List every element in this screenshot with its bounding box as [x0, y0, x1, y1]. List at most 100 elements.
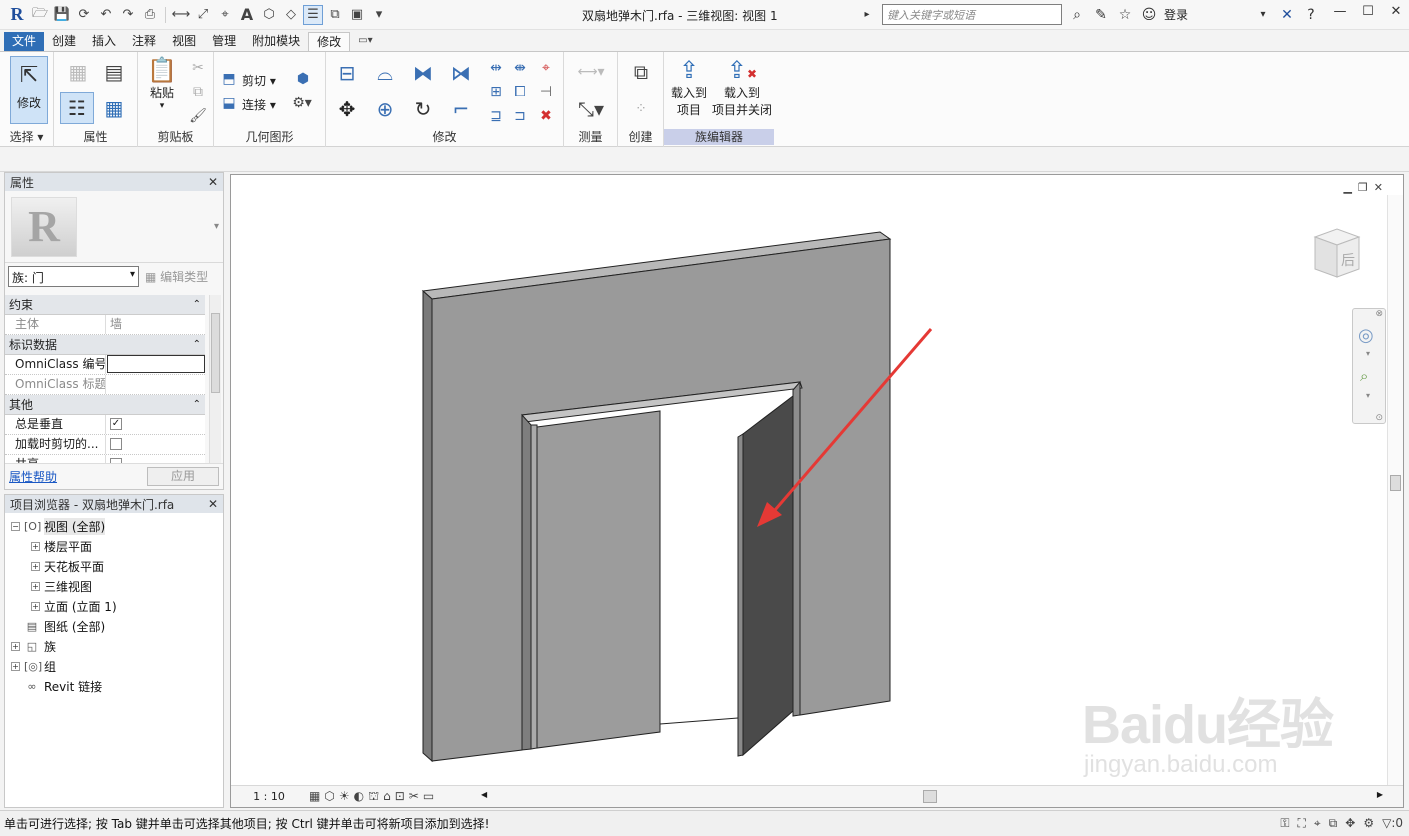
- delete-icon[interactable]: ✖: [536, 106, 556, 126]
- collapse-icon[interactable]: ⌃: [193, 299, 201, 310]
- cut-geometry-icon[interactable]: ⬒: [220, 70, 238, 88]
- reveal-hidden-icon[interactable]: ▭: [423, 789, 434, 805]
- minimize-icon[interactable]: —: [1331, 4, 1349, 19]
- paste-button[interactable]: 📋 粘贴 ▾: [144, 56, 180, 122]
- favorites-star-icon[interactable]: ☆: [1116, 6, 1134, 24]
- render-icon[interactable]: ⛫: [368, 789, 379, 805]
- expand-toggle-icon[interactable]: −: [11, 521, 20, 531]
- expand-toggle-icon[interactable]: +: [31, 581, 40, 591]
- open-icon[interactable]: 🗁: [30, 5, 50, 25]
- cut-scissors-icon[interactable]: ✂: [188, 58, 208, 78]
- tag-icon[interactable]: ⌖: [215, 5, 235, 25]
- filter-icon[interactable]: ▽:0: [1382, 816, 1403, 831]
- tree-node[interactable]: ∞ Revit 链接: [5, 676, 223, 696]
- tree-node[interactable]: + 楼层平面: [5, 536, 223, 556]
- cut-geometry-button[interactable]: 剪切 ▾: [242, 72, 276, 89]
- modify-button[interactable]: ⇱ 修改: [10, 56, 48, 124]
- offset-icon[interactable]: ⌓: [370, 58, 400, 88]
- sync-icon[interactable]: ⟳: [74, 5, 94, 25]
- expand-toggle-icon[interactable]: +: [11, 641, 20, 651]
- 3d-view-icon[interactable]: ⬡: [259, 5, 279, 25]
- property-section-header[interactable]: 其他 ⌃: [5, 395, 205, 415]
- property-checkbox[interactable]: [110, 438, 122, 450]
- family-category-icon[interactable]: ▤: [98, 56, 130, 88]
- property-section-header[interactable]: 标识数据 ⌃: [5, 335, 205, 355]
- zoom-region-icon[interactable]: ⌕: [1360, 367, 1368, 385]
- navbar-close-icon[interactable]: ⊗: [1375, 309, 1383, 319]
- section-icon[interactable]: ◇: [281, 5, 301, 25]
- thin-lines-icon[interactable]: ☰: [303, 4, 323, 25]
- navbar-options-icon[interactable]: ⊙: [1375, 413, 1383, 423]
- crop-view-icon[interactable]: ⌂: [383, 789, 391, 805]
- login-dropdown-icon[interactable]: ▾: [1254, 6, 1272, 24]
- move-icon[interactable]: ✥: [332, 94, 362, 124]
- dimension-icon[interactable]: ⤢: [193, 5, 213, 25]
- vertical-scroll-thumb[interactable]: [1390, 475, 1401, 491]
- exchange-apps-icon[interactable]: ✕: [1278, 6, 1296, 24]
- rotate-icon[interactable]: ↻: [408, 94, 438, 124]
- tab-insert[interactable]: 插入: [84, 32, 124, 51]
- zoom-dropdown-icon[interactable]: ▾: [1366, 391, 1370, 400]
- apply-button[interactable]: 应用: [147, 467, 219, 486]
- tab-manage[interactable]: 管理: [204, 32, 244, 51]
- shadows-icon[interactable]: ◐: [354, 789, 364, 805]
- scroll-left-icon[interactable]: ◀: [481, 790, 487, 799]
- tab-file[interactable]: 文件: [4, 32, 45, 51]
- type-selector-dropdown-icon[interactable]: ▾: [214, 221, 219, 232]
- close-hidden-icon[interactable]: ⧉: [325, 5, 345, 25]
- close-icon[interactable]: ✕: [208, 175, 218, 189]
- expand-search-icon[interactable]: ▸: [858, 6, 876, 24]
- tab-view[interactable]: 视图: [164, 32, 204, 51]
- load-and-close-button[interactable]: ⇪✖ 载入到 项目并关闭: [710, 56, 774, 128]
- match-properties-icon[interactable]: 🖌: [188, 106, 208, 126]
- family-filter-select[interactable]: 族: 门: [8, 266, 139, 287]
- collapse-icon[interactable]: ⌃: [193, 399, 201, 410]
- omniclass-number-input[interactable]: [107, 355, 205, 373]
- viewport-vertical-scrollbar[interactable]: ▼: [1387, 195, 1403, 795]
- maximize-icon[interactable]: ☐: [1359, 4, 1377, 19]
- close-icon[interactable]: ✕: [208, 497, 218, 511]
- view-scale[interactable]: 1 : 10: [231, 790, 307, 803]
- property-section-header[interactable]: 约束 ⌃: [5, 295, 205, 315]
- subscription-icon[interactable]: ✎: [1092, 6, 1110, 24]
- drag-elements-icon[interactable]: ✥: [1345, 816, 1355, 831]
- login-button[interactable]: 登录: [1164, 6, 1188, 23]
- steering-wheel-icon[interactable]: ◎: [1358, 325, 1374, 346]
- tree-node[interactable]: + [◎] 组: [5, 656, 223, 676]
- type-selector-preview[interactable]: R ▾: [5, 191, 223, 263]
- tree-node[interactable]: + 立面 (立面 1): [5, 596, 223, 616]
- trim-extend-icon[interactable]: ⌐: [446, 94, 476, 124]
- scroll-thumb[interactable]: [211, 313, 220, 393]
- pin-icon[interactable]: ⊣: [536, 82, 556, 102]
- create-group-icon[interactable]: ⧉: [624, 56, 658, 88]
- sun-path-icon[interactable]: ☀: [339, 789, 350, 805]
- show-crop-icon[interactable]: ⊡: [395, 789, 405, 805]
- family-types-icon[interactable]: ▦: [62, 56, 94, 88]
- split-element-icon[interactable]: ⇹: [486, 58, 506, 78]
- visual-style-icon[interactable]: ⬡: [324, 789, 334, 805]
- detail-level-icon[interactable]: ▦: [309, 789, 320, 805]
- join-geometry-icon[interactable]: ⬓: [220, 94, 238, 112]
- tree-node[interactable]: + 天花板平面: [5, 556, 223, 576]
- scale-icon[interactable]: ⧠: [510, 82, 530, 102]
- create-similar-icon[interactable]: ⁘: [624, 94, 658, 124]
- properties-scrollbar[interactable]: [209, 295, 221, 463]
- select-by-face-icon[interactable]: ⧉: [1329, 816, 1338, 831]
- horizontal-scroll-thumb[interactable]: [923, 790, 937, 803]
- select-links-icon[interactable]: ⚿: [1280, 816, 1289, 831]
- help-icon[interactable]: ?: [1302, 6, 1320, 24]
- tab-addins[interactable]: 附加模块: [244, 32, 308, 51]
- ribbon-options-icon[interactable]: ▭▾: [350, 32, 380, 51]
- undo-icon[interactable]: ↶: [96, 5, 116, 25]
- customize-qat-icon[interactable]: ▾: [369, 5, 389, 25]
- select-pinned-icon[interactable]: ⌖: [1314, 816, 1321, 831]
- tab-modify[interactable]: 修改: [308, 32, 351, 51]
- copy-icon[interactable]: ⧉: [188, 82, 208, 102]
- split-face-icon[interactable]: ⬢: [294, 70, 312, 88]
- select-underlay-icon[interactable]: ⛶: [1298, 816, 1306, 831]
- temp-hide-icon[interactable]: ✂: [409, 789, 419, 805]
- switch-windows-icon[interactable]: ▣: [347, 5, 367, 25]
- mirror-pick-axis-icon[interactable]: ⧓: [408, 58, 438, 88]
- array-icon[interactable]: ⊞: [486, 82, 506, 102]
- print-icon[interactable]: ⎙: [140, 5, 160, 25]
